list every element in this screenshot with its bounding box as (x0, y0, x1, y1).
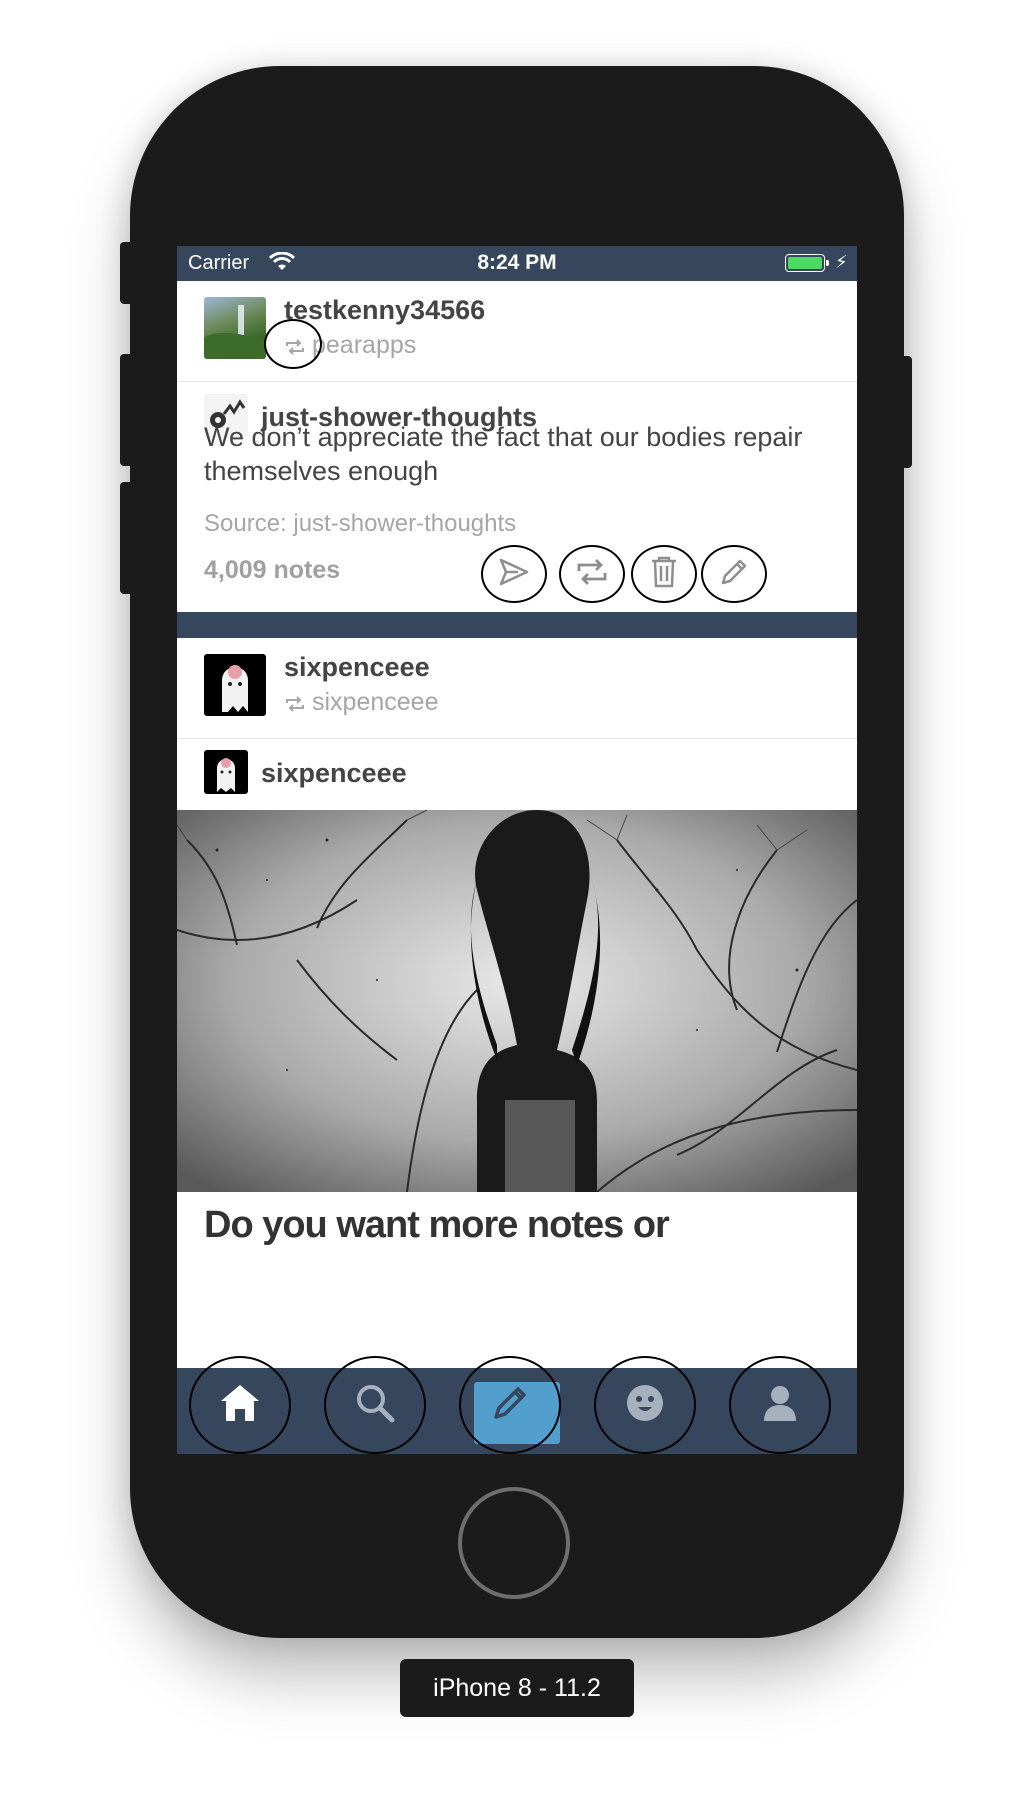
post-header: testkenny34566 pearapps (177, 281, 857, 382)
app-screen: Carrier 8:24 PM ⚡ testkenny34566 pearapp… (177, 246, 857, 1454)
highlight-circle (264, 319, 322, 369)
share-icon (498, 557, 530, 592)
mute-switch (120, 242, 134, 304)
volume-down-button (120, 482, 134, 594)
avatar[interactable] (204, 297, 266, 359)
volume-up-button (120, 354, 134, 466)
post-title: Do you want more notes or (204, 1204, 670, 1246)
tab-activity[interactable] (594, 1356, 696, 1454)
reblog-icon (575, 557, 609, 592)
post-username[interactable]: testkenny34566 (284, 295, 485, 326)
avatar[interactable] (204, 654, 266, 716)
power-button (898, 356, 912, 468)
notes-count[interactable]: 4,009 notes (204, 556, 340, 585)
edit-icon (719, 557, 749, 592)
post-username[interactable]: sixpenceee (284, 652, 430, 683)
tab-search[interactable] (324, 1356, 426, 1454)
post-body-text: We don’t appreciate the fact that our bo… (204, 422, 803, 486)
battery-icon (785, 254, 825, 272)
reblog-source-name: sixpenceee (312, 688, 439, 716)
reblog-small-icon (284, 691, 306, 720)
delete-icon (650, 556, 678, 593)
status-bar: Carrier 8:24 PM ⚡ (177, 246, 857, 281)
blog-avatar[interactable] (204, 750, 248, 794)
battery-nub (826, 260, 829, 266)
status-time: 8:24 PM (477, 251, 557, 274)
blog-row: sixpenceee (177, 738, 857, 800)
blog-name[interactable]: sixpenceee (261, 758, 407, 789)
compose-icon (490, 1383, 530, 1428)
tab-compose[interactable] (459, 1356, 561, 1454)
reblog-source-name: pearapps (312, 331, 417, 359)
home-button[interactable] (458, 1487, 570, 1599)
device-label: iPhone 8 - 11.2 (400, 1659, 634, 1717)
account-icon (760, 1383, 800, 1428)
activity-icon (625, 1383, 665, 1428)
reblog-button[interactable] (559, 545, 625, 603)
edit-button[interactable] (701, 545, 767, 603)
tab-bar (177, 1356, 857, 1454)
reblog-source[interactable]: sixpenceee (284, 688, 438, 720)
tab-home[interactable] (189, 1356, 291, 1454)
tab-account[interactable] (729, 1356, 831, 1454)
search-icon (355, 1383, 395, 1428)
home-icon (219, 1383, 261, 1428)
post-photo[interactable] (177, 810, 857, 1192)
post-divider (177, 612, 857, 638)
post-source[interactable]: Source: just-shower-thoughts (204, 510, 516, 538)
delete-button[interactable] (631, 545, 697, 603)
post-header: sixpenceee sixpenceee (177, 638, 857, 739)
share-button[interactable] (481, 545, 547, 603)
charging-icon: ⚡ (835, 252, 848, 272)
